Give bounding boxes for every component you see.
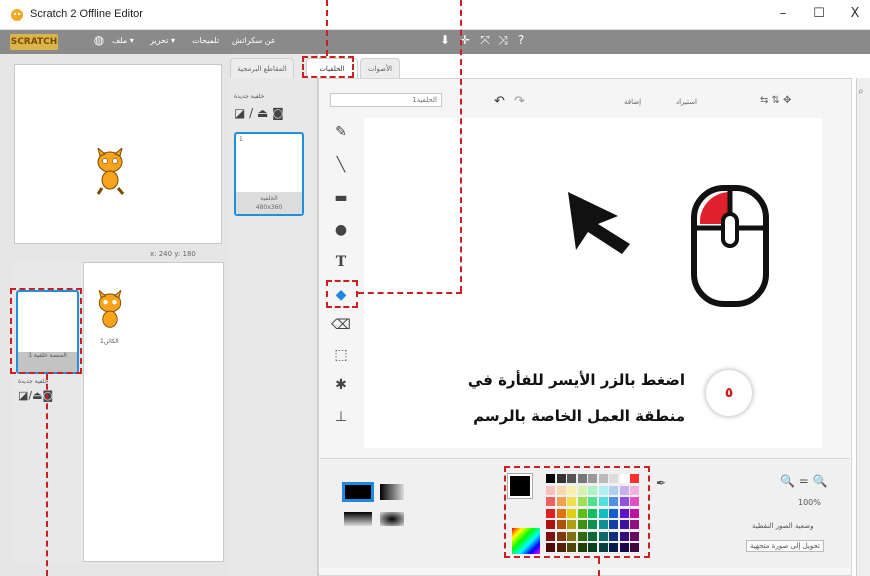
bitmap-mode-label: وضعية الصور النقطية bbox=[752, 522, 814, 530]
line-tool-icon[interactable]: ╲ bbox=[328, 153, 354, 177]
right-scrollbar[interactable] bbox=[856, 78, 870, 576]
cursor-arrow-illustration bbox=[568, 192, 630, 254]
fill-gradient-vertical-option[interactable] bbox=[344, 512, 372, 526]
scratch-logo[interactable]: SCRATCH bbox=[10, 34, 58, 50]
backdrop-number: 1 bbox=[239, 136, 243, 143]
new-backdrop-label: خلفية جديدة bbox=[18, 378, 49, 385]
redo-icon[interactable]: ↷ bbox=[514, 94, 525, 109]
grow-icon[interactable]: ⤧ bbox=[478, 33, 492, 47]
instruction-line-1: اضغط بالزر الأيسر للفأرة في bbox=[467, 371, 685, 389]
menu-tips[interactable]: تلميحات bbox=[192, 36, 219, 45]
minimize-button[interactable]: – bbox=[770, 4, 796, 24]
menu-file[interactable]: ملف ▾ bbox=[112, 36, 134, 45]
cat-sprite-thumbnail[interactable] bbox=[92, 290, 128, 334]
fill-gradient-horizontal-option[interactable] bbox=[380, 484, 404, 500]
mouse-left-click-icon bbox=[691, 185, 769, 307]
ellipse-tool-icon[interactable]: ● bbox=[328, 218, 354, 242]
close-button[interactable]: X bbox=[842, 4, 868, 24]
zoom-level: 100% bbox=[798, 498, 821, 507]
costume-name-input[interactable]: الخلفية1 bbox=[330, 93, 442, 107]
menu-edit[interactable]: تحرير ▾ bbox=[150, 36, 175, 45]
highlight-color-palette bbox=[504, 466, 650, 558]
eraser-tool-icon[interactable]: ⌫ bbox=[328, 313, 354, 337]
eyedropper-icon[interactable]: ✒ bbox=[656, 476, 666, 490]
backdrop-size: 480x360 bbox=[255, 204, 283, 211]
menu-about[interactable]: عن سكراتش bbox=[232, 36, 276, 45]
shrink-icon[interactable]: ⤨ bbox=[496, 33, 510, 47]
sprite-name: الكائن1 bbox=[100, 338, 119, 345]
mouse-coordinates: x: 240 y: 180 bbox=[150, 250, 196, 258]
stamp-tool-icon[interactable]: ⬇ bbox=[438, 33, 452, 47]
highlight-fill-tool bbox=[326, 280, 358, 308]
new-backdrop-label-2: خلفية جديدة bbox=[234, 93, 265, 100]
flip-icons[interactable]: ⇆ ⇅ ✥ bbox=[760, 95, 792, 106]
globe-icon[interactable]: ◍ bbox=[92, 33, 106, 47]
window-title: Scratch 2 Offline Editor bbox=[30, 8, 143, 20]
maximize-button[interactable]: ☐ bbox=[806, 4, 832, 24]
rectangle-tool-icon[interactable]: ▬ bbox=[328, 186, 354, 210]
highlight-backdrops-tab bbox=[302, 56, 354, 78]
tab-sounds[interactable]: الأصوات bbox=[360, 58, 400, 78]
callout-line-stage bbox=[46, 374, 48, 576]
highlight-stage-thumbnail bbox=[10, 288, 82, 374]
undo-icon[interactable]: ↶ bbox=[494, 94, 505, 109]
cat-sprite-on-stage[interactable] bbox=[90, 148, 130, 196]
backdrop-thumbnail[interactable]: 1 الخلفية 480x360 bbox=[234, 132, 304, 216]
instruction-text: اضغط بالزر الأيسر للفأرة في منطقة العمل … bbox=[370, 362, 685, 434]
select-tool-icon[interactable]: ⬚ bbox=[328, 343, 354, 367]
instruction-line-2: منطقة العمل الخاصة بالرسم bbox=[473, 407, 685, 425]
step-number-badge: ٥ bbox=[706, 370, 752, 416]
fill-gradient-radial-option[interactable] bbox=[380, 512, 404, 526]
add-button[interactable]: إضافة bbox=[624, 98, 641, 106]
search-icon[interactable]: ⌕ bbox=[858, 86, 864, 97]
title-bar: Scratch 2 Offline Editor – ☐ X bbox=[0, 0, 870, 30]
convert-to-vector-button[interactable]: تحويل إلى صورة متجهية bbox=[746, 540, 824, 552]
backdrop-name: الخلفية bbox=[260, 195, 278, 202]
callout-line-fill-horizontal bbox=[358, 292, 462, 294]
callout-line-tab bbox=[326, 0, 328, 56]
text-tool-icon[interactable]: T bbox=[328, 250, 354, 274]
remove-background-icon[interactable]: ✱ bbox=[328, 373, 354, 397]
callout-line-palette bbox=[598, 558, 600, 576]
import-button[interactable]: استيراد bbox=[676, 98, 697, 106]
stamp-tool-icon-2[interactable]: ⊥ bbox=[328, 405, 354, 429]
tab-scripts[interactable]: المقاطع البرمجية bbox=[230, 58, 294, 78]
fill-solid-option[interactable] bbox=[342, 482, 374, 502]
brush-tool-icon[interactable]: ✎ bbox=[328, 120, 354, 144]
scratch-app-icon bbox=[11, 9, 23, 21]
new-backdrop-icons-2[interactable]: ◪ / ⏏ ◙ bbox=[234, 106, 284, 120]
callout-line-fill-vertical bbox=[460, 0, 462, 292]
help-icon[interactable]: ? bbox=[514, 33, 528, 47]
zoom-controls[interactable]: 🔍 = 🔍 bbox=[780, 474, 828, 488]
